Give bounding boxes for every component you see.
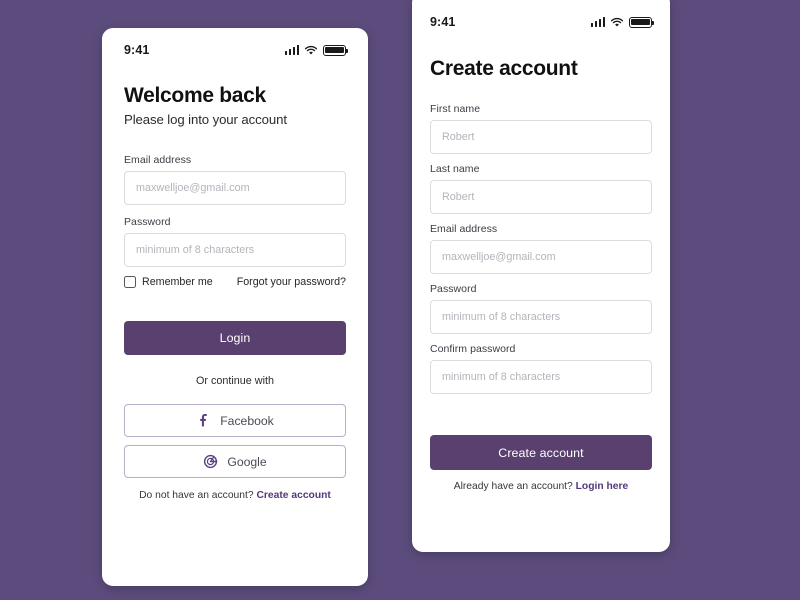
status-icons bbox=[284, 44, 349, 56]
signup-password-input[interactable] bbox=[430, 300, 652, 334]
status-time: 9:41 bbox=[124, 43, 150, 57]
wifi-icon bbox=[304, 45, 318, 55]
wifi-icon bbox=[610, 17, 624, 27]
checkbox-icon[interactable] bbox=[124, 276, 136, 288]
signup-prompt: Do not have an account? Create account bbox=[124, 490, 346, 501]
login-phone-frame: 9:41 Welcome back Please log into your a… bbox=[102, 28, 368, 586]
google-login-label: Google bbox=[227, 454, 267, 469]
facebook-login-label: Facebook bbox=[220, 413, 274, 428]
email-label: Email address bbox=[124, 154, 192, 166]
status-icons-signup bbox=[590, 16, 655, 28]
divider-label: Or continue with bbox=[195, 375, 274, 387]
create-account-button[interactable]: Create account bbox=[430, 435, 652, 470]
confirm-password-field-group: Confirm password bbox=[430, 343, 652, 394]
create-account-link[interactable]: Create account bbox=[256, 490, 330, 501]
status-bar-login: 9:41 bbox=[124, 36, 349, 64]
first-name-label: First name bbox=[430, 103, 481, 115]
status-time-signup: 9:41 bbox=[430, 15, 456, 29]
confirm-password-input[interactable] bbox=[430, 360, 652, 394]
page-subtitle: Please log into your account bbox=[124, 112, 287, 127]
login-prompt-text: Already have an account? bbox=[453, 481, 576, 492]
battery-icon bbox=[323, 44, 349, 56]
login-button[interactable]: Login bbox=[124, 321, 346, 355]
page-title: Welcome back bbox=[124, 84, 266, 107]
email-field-group: Email address bbox=[124, 154, 346, 205]
signup-password-label: Password bbox=[430, 283, 477, 295]
last-name-label: Last name bbox=[430, 163, 480, 175]
password-input[interactable] bbox=[124, 233, 346, 267]
last-name-input[interactable] bbox=[430, 180, 652, 214]
signup-prompt-text: Do not have an account? bbox=[139, 490, 257, 501]
login-screen: 9:41 Welcome back Please log into your a… bbox=[102, 28, 368, 501]
last-name-field-group: Last name bbox=[430, 163, 652, 214]
confirm-password-label: Confirm password bbox=[430, 343, 516, 355]
login-options-row: Remember me Forgot your password? bbox=[124, 276, 346, 288]
signup-email-label: Email address bbox=[430, 223, 498, 235]
password-label: Password bbox=[124, 216, 171, 228]
remember-me-toggle[interactable]: Remember me bbox=[124, 276, 213, 288]
status-bar-signup: 9:41 bbox=[430, 8, 655, 36]
signup-email-field-group: Email address bbox=[430, 223, 652, 274]
signup-email-input[interactable] bbox=[430, 240, 652, 274]
signal-icon bbox=[590, 17, 605, 27]
remember-me-label: Remember me bbox=[142, 276, 213, 288]
login-prompt: Already have an account? Login here bbox=[430, 481, 652, 492]
first-name-input[interactable] bbox=[430, 120, 652, 154]
google-login-button[interactable]: Google bbox=[124, 445, 346, 478]
facebook-login-button[interactable]: Facebook bbox=[124, 404, 346, 437]
forgot-password-link[interactable]: Forgot your password? bbox=[237, 276, 346, 288]
signup-page-title: Create account bbox=[430, 57, 578, 80]
signup-password-field-group: Password bbox=[430, 283, 652, 334]
facebook-icon bbox=[200, 414, 208, 427]
google-icon bbox=[204, 454, 218, 469]
signal-icon bbox=[284, 45, 299, 55]
email-input[interactable] bbox=[124, 171, 346, 205]
login-here-link[interactable]: Login here bbox=[576, 481, 629, 492]
battery-icon bbox=[629, 16, 655, 28]
password-field-group: Password bbox=[124, 216, 346, 267]
signup-phone-frame: 9:41 Create account First name Last name bbox=[412, 0, 670, 552]
first-name-field-group: First name bbox=[430, 103, 652, 154]
signup-screen: 9:41 Create account First name Last name bbox=[412, 0, 670, 492]
